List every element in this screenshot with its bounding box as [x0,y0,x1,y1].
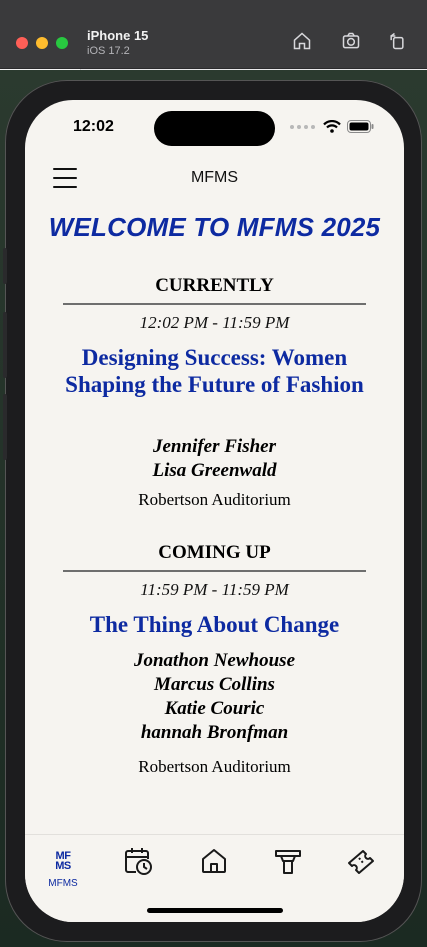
calendar-clock-icon [125,848,152,875]
mute-switch [3,248,7,284]
zoom-window-button[interactable] [56,37,68,49]
current-session-title[interactable]: Designing Success: Women Shaping the Fut… [55,344,374,398]
tab-schedule[interactable] [108,845,168,895]
rotate-button[interactable] [386,30,408,52]
coming-up-heading: COMING UP [158,542,271,563]
phone-screen: 12:02 MFMS WELCOME TO MFMS 2025 CURRENTL… [25,100,404,922]
speaker-name: Jennifer Fisher [153,436,276,457]
wifi-icon [323,120,341,133]
speaker-name: Katie Couric [164,698,265,719]
os-version: iOS 17.2 [87,45,130,57]
currently-heading: CURRENTLY [155,275,274,296]
current-speakers: Jennifer Fisher Lisa Greenwald [25,435,404,483]
close-window-button[interactable] [16,37,28,49]
minimize-window-button[interactable] [36,37,48,49]
screenshot-icon [342,32,360,49]
home-indicator [147,908,283,913]
status-time: 12:02 [73,118,114,135]
tab-tickets[interactable] [331,845,391,895]
ticket-icon [348,850,374,874]
cellular-signal-icon [290,124,315,129]
next-speakers: Jonathon Newhouse Marcus Collins Katie C… [25,649,404,745]
next-location: Robertson Auditorium [138,757,291,776]
dynamic-island [154,111,275,146]
tab-runway[interactable] [258,845,318,895]
runway-icon [275,850,301,874]
volume-down-button [3,394,7,460]
tab-mfms[interactable]: MF MS MFMS [33,845,93,895]
tab-home[interactable] [184,845,244,895]
speaker-name: Lisa Greenwald [152,460,277,481]
divider [63,303,366,305]
status-icons [289,120,374,133]
current-location: Robertson Auditorium [138,490,291,509]
mfms-logo-icon: MF MS [55,850,71,872]
next-time-range: 11:59 PM - 11:59 PM [140,580,289,599]
screenshot-button[interactable] [340,30,362,52]
home-button[interactable] [291,30,313,52]
home-icon [293,32,311,50]
device-name: iPhone 15 [87,28,149,43]
divider [63,570,366,572]
battery-icon [347,120,374,133]
speaker-name: hannah Bronfman [140,722,289,743]
nav-title: MFMS [190,169,239,186]
speaker-name: Marcus Collins [154,674,275,695]
next-session-title[interactable]: The Thing About Change [55,611,374,638]
simulator-title-bar: iPhone 15 iOS 17.2 [0,0,427,69]
rotate-icon [390,32,404,50]
speaker-name: Jonathon Newhouse [133,650,296,671]
tab-label: MFMS [48,878,78,889]
home-icon [202,849,226,873]
volume-up-button [3,312,7,378]
current-time-range: 12:02 PM - 11:59 PM [139,313,290,332]
welcome-heading: WELCOME TO MFMS 2025 [48,212,381,242]
